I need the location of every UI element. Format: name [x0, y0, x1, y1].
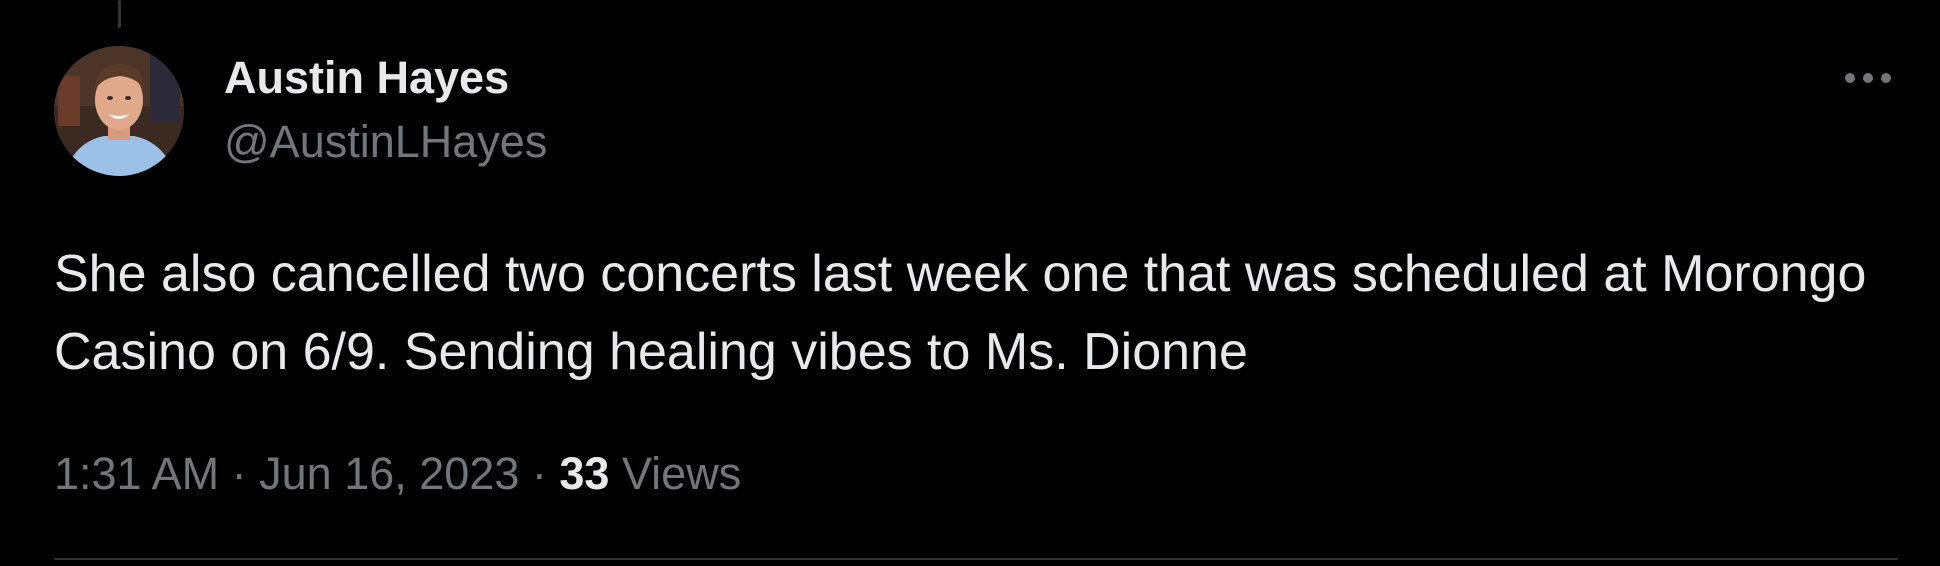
tweet-date[interactable]: Jun 16, 2023: [259, 448, 519, 499]
views-count: 33: [559, 448, 610, 499]
divider: [54, 558, 1898, 560]
author-handle[interactable]: @AustinLHayes: [224, 114, 547, 170]
tweet-text: She also cancelled two concerts last wee…: [54, 245, 1867, 381]
author-display-name[interactable]: Austin Hayes: [224, 50, 509, 106]
meta-separator: ·: [231, 448, 247, 499]
more-horizontal-icon: [1845, 73, 1891, 83]
avatar-photo: [54, 46, 184, 176]
tweet-time[interactable]: 1:31 AM: [54, 448, 219, 499]
tweet-meta: 1:31 AM · Jun 16, 2023 · 33 Views: [54, 446, 741, 502]
thread-connector-line: [118, 0, 121, 28]
more-options-button[interactable]: [1832, 56, 1904, 100]
avatar[interactable]: [54, 46, 184, 176]
views-label: Views: [621, 448, 742, 499]
meta-separator: ·: [531, 448, 547, 499]
